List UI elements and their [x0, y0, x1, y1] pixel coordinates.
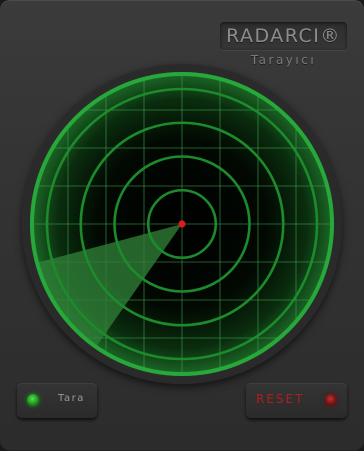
target-blip: [178, 220, 186, 228]
scan-led-indicator: [27, 394, 39, 406]
radar-device: RADARCI® Tarayıcı Tara RESET: [0, 0, 364, 451]
radar-screen: [30, 72, 334, 376]
scan-button-label: Tara: [58, 393, 85, 404]
brand-subtitle: Tarayıcı: [250, 53, 317, 67]
reset-led-indicator: [325, 394, 337, 406]
scan-button[interactable]: Tara: [17, 383, 97, 418]
reset-button-label: RESET: [256, 392, 305, 406]
brand-logo: RADARCI®: [220, 22, 347, 50]
reset-button[interactable]: RESET: [246, 383, 347, 418]
